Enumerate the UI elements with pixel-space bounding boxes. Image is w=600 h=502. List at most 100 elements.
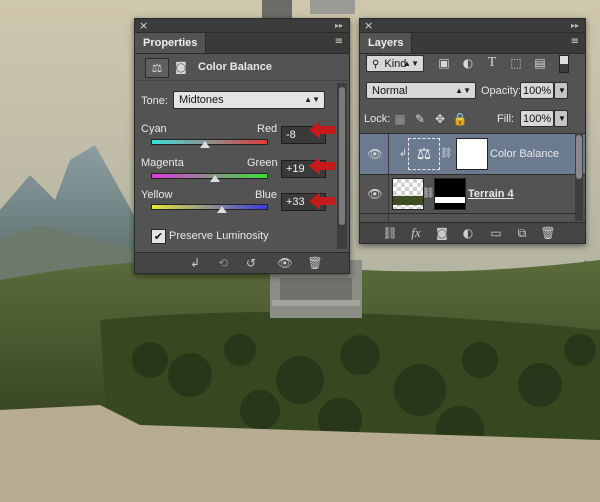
fill-value: 100% [523,113,552,125]
visibility-eye-icon[interactable]: 👁 [277,255,293,271]
checkmark-icon: ✔ [153,230,164,243]
yellow-blue-slider-track[interactable] [151,204,268,210]
properties-close-button[interactable]: × [139,19,148,32]
properties-title-strip: × ▸▸ [135,19,349,33]
opacity-input[interactable]: 100% [520,82,554,99]
layers-footer: ⛓ fx ◙ ◐ ▭ ⧉ 🗑 [360,222,585,243]
annotation-arrow-1 [309,121,335,139]
filter-smart-object-icon[interactable]: ▤ [530,54,550,72]
panel-menu-icon[interactable]: ≡ [571,36,579,48]
panel-menu-icon[interactable]: ≡ [335,36,343,48]
yellow-label: Yellow [141,189,173,201]
link-layers-icon[interactable]: ⛓ [382,225,398,241]
panel-collapse-icon[interactable]: ▸▸ [335,19,343,32]
properties-scrollbar[interactable] [337,83,347,249]
layer-divider [388,134,389,174]
filter-toggle-switch[interactable] [559,55,569,73]
preserve-luminosity-checkbox[interactable]: ✔ [151,229,166,244]
trash-icon[interactable]: 🗑 [540,225,556,241]
red-label: Red [257,123,278,135]
trash-icon[interactable]: 🗑 [307,255,323,271]
opacity-value: 100% [523,85,552,97]
layer-name[interactable]: Color Balance [490,148,559,160]
visibility-eye-icon[interactable]: 👁 [365,145,385,163]
layer-row-partial [360,214,585,222]
properties-footer: ↲ ⟲ ↺ 👁 🗑 [135,252,349,273]
tone-label: Tone: [141,95,168,107]
preserve-luminosity-label: Preserve Luminosity [169,230,269,242]
filter-toggle-knob [560,56,568,64]
tab-layers[interactable]: Layers [360,33,413,53]
layer-name[interactable]: Terrain 4 [468,188,514,200]
reset-icon[interactable]: ↺ [243,255,259,271]
layer-filter-select[interactable]: ⚲ Kind ▲▼ [366,55,424,72]
terrain-preview [393,196,423,205]
lock-position-icon[interactable]: ✥ [430,110,450,128]
search-icon: ⚲ [372,59,380,70]
opacity-label: Opacity: [481,85,522,97]
properties-scrollbar-thumb[interactable] [339,87,345,225]
new-group-icon[interactable]: ▭ [488,225,504,241]
adjustment-thumbnail[interactable]: ⚖ [408,138,440,170]
link-chain-icon[interactable]: ⛓ [422,185,435,203]
layers-title-strip: × ▸▸ [360,19,585,33]
blue-label: Blue [255,189,278,201]
layer-divider [388,214,389,222]
select-chevron-icon: ▲▼ [304,95,320,104]
blend-mode-value: Normal [372,85,408,97]
visibility-eye-icon[interactable]: 👁 [365,185,385,203]
tone-select-value: Midtones [179,94,224,106]
lock-transparency-icon[interactable]: ▦ [390,110,410,128]
new-layer-icon[interactable]: ⧉ [514,225,530,241]
new-adjustment-layer-icon[interactable]: ◐ [460,225,476,241]
clip-to-layer-icon[interactable]: ↲ [187,255,203,271]
select-chevron-icon: ▲▼ [403,59,419,68]
balance-scale-icon: ⚖ [416,144,432,163]
layer-mask-thumbnail[interactable] [434,178,466,210]
properties-tab-bar: Properties ≡ [135,33,349,54]
lock-image-icon[interactable]: ✎ [410,110,430,128]
adjustment-title: Color Balance [198,61,272,73]
lock-all-icon[interactable]: 🔒 [450,110,470,128]
filter-type-icon[interactable]: T [482,54,502,72]
view-previous-state-icon[interactable]: ⟲ [215,255,231,271]
add-mask-icon[interactable]: ◙ [434,225,450,241]
panel-collapse-icon[interactable]: ▸▸ [571,19,579,32]
layer-row-terrain-4[interactable]: 👁 ⛓ Terrain 4 [360,175,585,214]
filter-shape-icon[interactable]: ⬚ [506,54,526,72]
blend-mode-select[interactable]: Normal ▲▼ [366,82,476,99]
layer-divider [388,175,389,213]
layer-thumbnail[interactable] [392,178,424,210]
magenta-label: Magenta [141,157,184,169]
tab-properties[interactable]: Properties [135,33,207,53]
layers-scrollbar[interactable] [575,133,583,221]
fill-input[interactable]: 100% [520,110,554,127]
green-label: Green [247,157,278,169]
fill-label: Fill: [497,113,515,125]
adjustment-header: ⚖ ◙ Color Balance [135,54,349,81]
layer-style-fx-icon[interactable]: fx [408,225,424,241]
properties-panel: × ▸▸ Properties ≡ ⚖ ◙ Color Balance Tone… [134,18,350,274]
layers-panel: × ▸▸ Layers ≡ ⚲ Kind ▲▼ ▣ ◐ T ⬚ ▤ Normal… [359,18,586,244]
cyan-label: Cyan [141,123,167,135]
select-chevron-icon: ▲▼ [455,86,471,95]
layer-mask-thumbnail[interactable] [456,138,488,170]
layers-scrollbar-thumb[interactable] [576,135,582,179]
tone-select[interactable]: Midtones ▲▼ [173,91,325,109]
layer-row-color-balance[interactable]: 👁 ↲ ⚖ ⛓ Color Balance [360,134,585,175]
annotation-arrow-2 [309,157,335,175]
filter-pixel-icon[interactable]: ▣ [434,54,454,72]
magenta-green-slider-thumb[interactable] [210,175,221,182]
layers-tab-bar: Layers ≡ [360,33,585,54]
layers-close-button[interactable]: × [364,19,373,32]
link-chain-icon[interactable]: ⛓ [440,145,453,163]
filter-adjustment-icon[interactable]: ◐ [458,54,478,72]
cyan-red-slider-thumb[interactable] [200,141,211,148]
balance-scale-icon[interactable]: ⚖ [145,58,169,78]
fill-dropdown-button[interactable]: ▼ [554,110,568,127]
annotation-arrow-3 [309,192,335,210]
opacity-dropdown-button[interactable]: ▼ [554,82,568,99]
layer-mask-icon[interactable]: ◙ [171,58,191,76]
yellow-blue-slider-thumb[interactable] [217,206,228,213]
lock-label: Lock: [364,113,391,125]
